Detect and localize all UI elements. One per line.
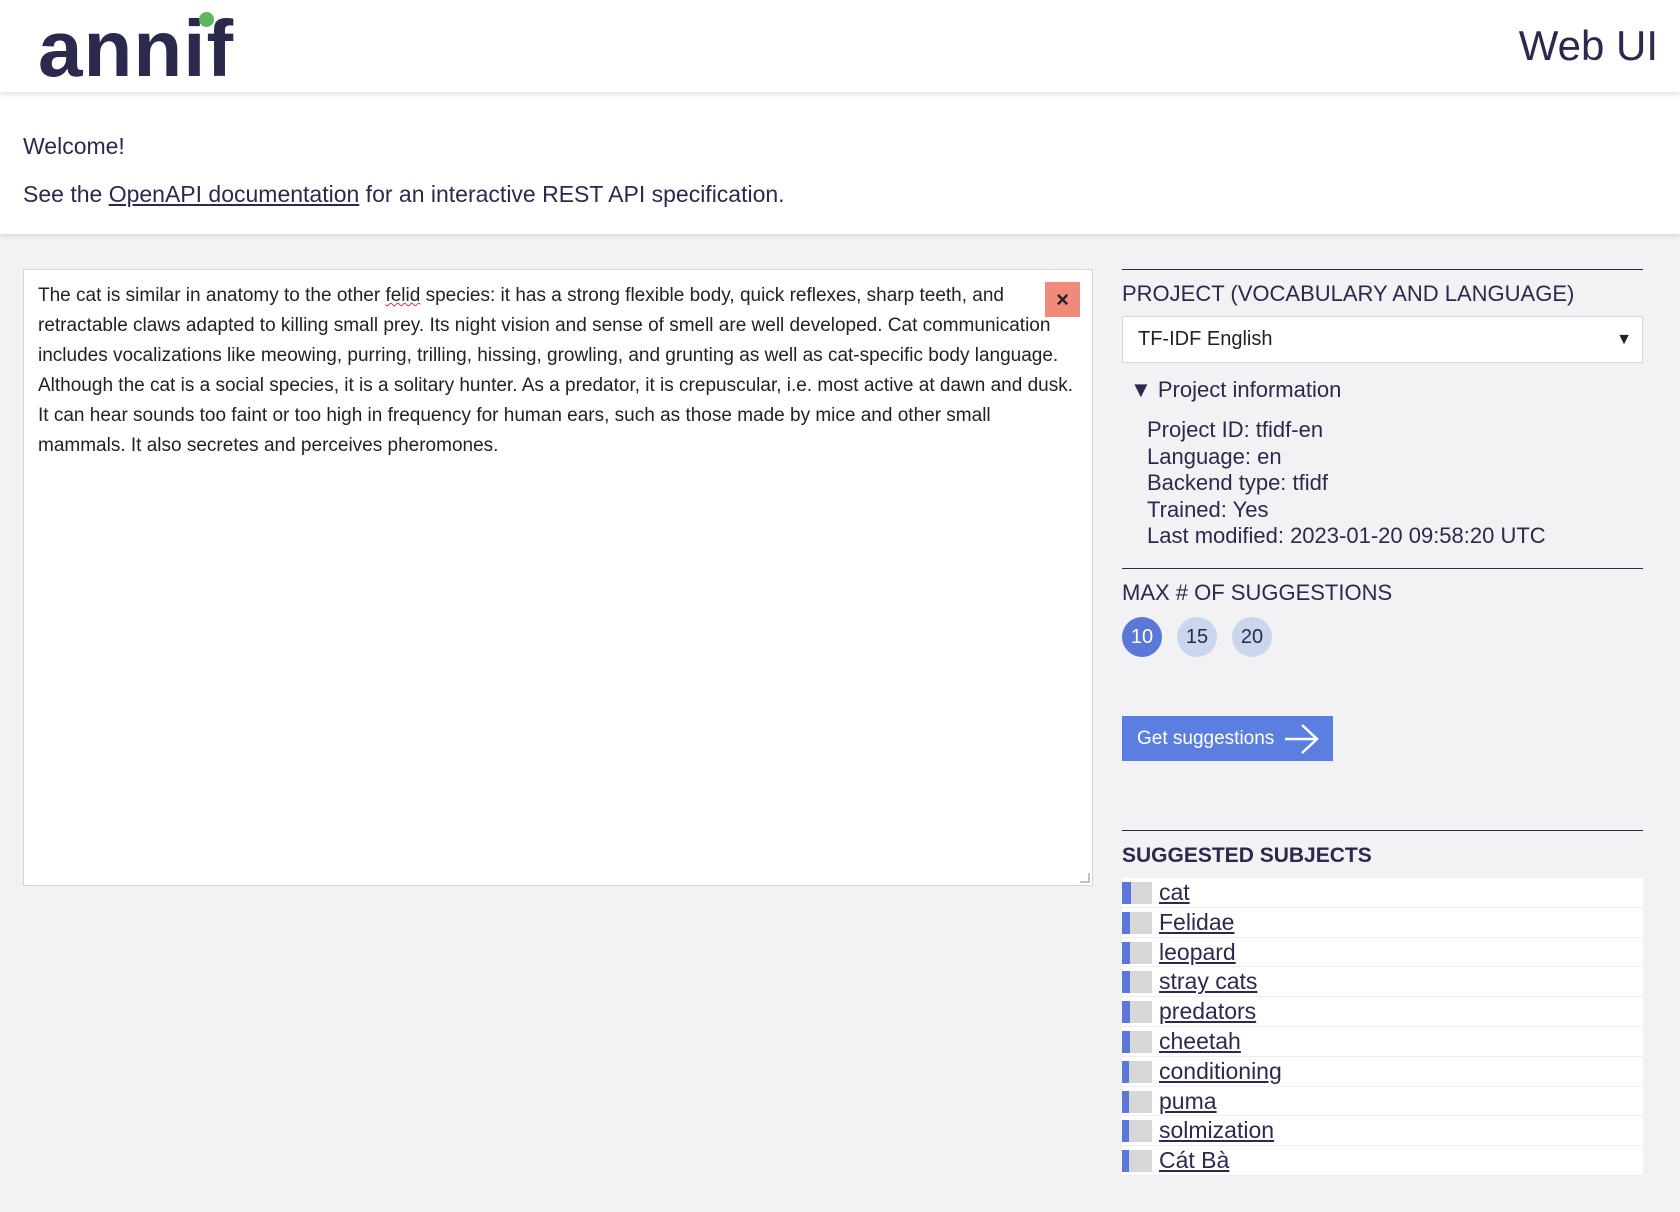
score-bar-fill xyxy=(1122,911,1130,934)
list-item: puma xyxy=(1122,1086,1643,1117)
score-bar-fill xyxy=(1122,941,1130,964)
text-before: The cat is similar in anatomy to the oth… xyxy=(38,285,386,306)
project-information: Project ID: tfidf-en Language: en Backen… xyxy=(1147,417,1546,550)
welcome-greeting: Welcome! xyxy=(23,133,125,159)
limit-option-15[interactable]: 15 xyxy=(1177,617,1217,657)
document-text-input[interactable]: The cat is similar in anatomy to the oth… xyxy=(23,269,1093,886)
page-title: Web UI xyxy=(1518,22,1658,69)
suggested-subjects-list: cat Felidae leopard stray cats predators chee… xyxy=(1122,878,1643,1176)
openapi-suffix: for an interactive REST API specificatio… xyxy=(359,181,785,207)
project-last-modified: Last modified: 2023-01-20 09:58:20 UTC xyxy=(1147,523,1546,548)
suggested-subjects-heading: SUGGESTED SUBJECTS xyxy=(1122,844,1372,867)
subject-link[interactable]: Cát Bà xyxy=(1159,1146,1229,1175)
subject-link[interactable]: Felidae xyxy=(1159,908,1234,937)
project-trained: Trained: Yes xyxy=(1147,496,1269,522)
subject-link[interactable]: cat xyxy=(1159,878,1190,907)
project-backend-type: Backend type: tfidf xyxy=(1147,470,1328,495)
score-bar-fill xyxy=(1122,1120,1129,1143)
subject-link[interactable]: solmization xyxy=(1159,1116,1274,1145)
subject-link[interactable]: stray cats xyxy=(1159,967,1257,996)
arrow-right-icon xyxy=(1285,724,1319,754)
project-select-value: TF-IDF English xyxy=(1138,328,1273,350)
limit-option-10[interactable]: 10 xyxy=(1122,617,1162,657)
subject-link[interactable]: puma xyxy=(1159,1087,1217,1116)
project-select[interactable]: TF-IDF English ▼ xyxy=(1122,316,1643,363)
limit-option-20[interactable]: 20 xyxy=(1232,617,1272,657)
score-bar-fill xyxy=(1122,1090,1129,1113)
list-item: leopard xyxy=(1122,937,1643,968)
list-item: predators xyxy=(1122,997,1643,1027)
dropdown-arrow-icon: ▼ xyxy=(1616,331,1632,348)
app-header: annif Web UI xyxy=(0,0,1680,93)
list-item: cat xyxy=(1122,878,1643,908)
misspelled-word: felid xyxy=(385,285,421,306)
max-suggestions-heading: MAX # OF SUGGESTIONS xyxy=(1122,580,1393,605)
subject-link[interactable]: predators xyxy=(1159,997,1256,1026)
openapi-documentation-link[interactable]: OpenAPI documentation xyxy=(109,181,360,207)
subject-link[interactable]: leopard xyxy=(1159,938,1236,967)
get-suggestions-label: Get suggestions xyxy=(1137,728,1275,749)
clear-text-button[interactable]: × xyxy=(1045,282,1080,317)
welcome-section: Welcome! See the OpenAPI documentation f… xyxy=(0,92,1680,234)
resize-handle-icon[interactable] xyxy=(1080,873,1090,883)
get-suggestions-button[interactable]: Get suggestions xyxy=(1122,716,1333,761)
list-item: solmization xyxy=(1122,1116,1643,1147)
score-bar-fill xyxy=(1122,1060,1129,1083)
subject-link[interactable]: conditioning xyxy=(1159,1057,1282,1086)
divider xyxy=(1122,269,1643,270)
project-information-toggle[interactable]: ▼ Project information xyxy=(1130,377,1341,403)
logo-dot-icon xyxy=(199,12,214,27)
project-heading: PROJECT (VOCABULARY AND LANGUAGE) xyxy=(1122,281,1575,306)
divider xyxy=(1122,830,1643,831)
list-item: stray cats xyxy=(1122,967,1643,998)
project-id: Project ID: tfidf-en xyxy=(1147,417,1324,442)
text-after: species: it has a strong flexible body, … xyxy=(38,285,1073,456)
subject-link[interactable]: cheetah xyxy=(1159,1027,1241,1056)
list-item: conditioning xyxy=(1122,1056,1643,1087)
score-bar-fill xyxy=(1122,882,1131,904)
project-language: Language: en xyxy=(1147,443,1282,469)
score-bar-fill xyxy=(1122,1150,1129,1173)
score-bar-fill xyxy=(1122,971,1130,994)
openapi-note: See the OpenAPI documentation for an int… xyxy=(23,180,785,208)
score-bar-fill xyxy=(1122,1001,1130,1024)
openapi-prefix: See the xyxy=(23,181,109,207)
score-bar-fill xyxy=(1122,1030,1130,1053)
list-item: Cát Bà xyxy=(1122,1146,1643,1176)
list-item: cheetah xyxy=(1122,1026,1643,1057)
list-item: Felidae xyxy=(1122,907,1643,938)
divider xyxy=(1122,568,1643,569)
